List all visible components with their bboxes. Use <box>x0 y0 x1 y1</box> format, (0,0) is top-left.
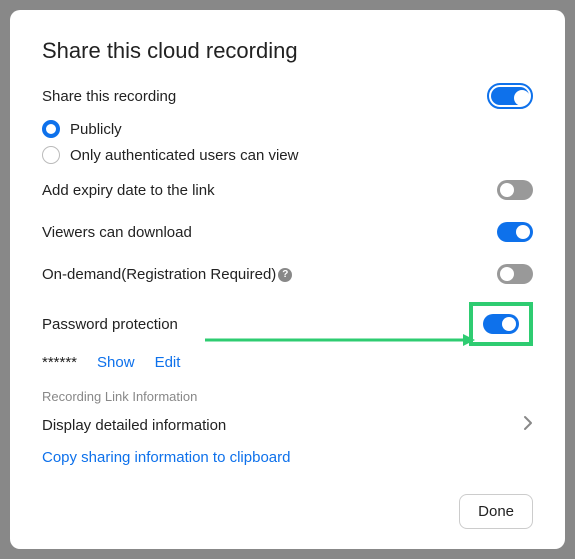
radio-publicly-label: Publicly <box>70 121 122 138</box>
share-recording-row: Share this recording <box>42 82 533 110</box>
display-info-label: Display detailed information <box>42 417 226 434</box>
copy-sharing-link[interactable]: Copy sharing information to clipboard <box>42 449 290 466</box>
password-mask: ****** <box>42 354 77 371</box>
share-recording-toggle[interactable] <box>487 83 533 109</box>
done-button[interactable]: Done <box>459 494 533 529</box>
expiry-label: Add expiry date to the link <box>42 182 215 199</box>
password-show-link[interactable]: Show <box>97 354 135 371</box>
radio-publicly[interactable]: Publicly <box>42 120 533 138</box>
password-toggle[interactable] <box>483 314 519 334</box>
expiry-toggle[interactable] <box>497 180 533 200</box>
download-row: Viewers can download <box>42 218 533 246</box>
radio-authenticated[interactable]: Only authenticated users can view <box>42 146 533 164</box>
modal-footer: Done <box>459 494 533 529</box>
password-edit-link[interactable]: Edit <box>155 354 181 371</box>
radio-authenticated-indicator <box>42 146 60 164</box>
radio-publicly-indicator <box>42 120 60 138</box>
share-recording-modal: Share this cloud recording Share this re… <box>10 10 565 549</box>
ondemand-row: On-demand(Registration Required)? <box>42 260 533 288</box>
chevron-right-icon <box>523 414 533 437</box>
ondemand-text: On-demand(Registration Required) <box>42 266 276 283</box>
ondemand-toggle[interactable] <box>497 264 533 284</box>
expiry-row: Add expiry date to the link <box>42 176 533 204</box>
ondemand-label: On-demand(Registration Required)? <box>42 266 292 283</box>
display-info-row[interactable]: Display detailed information <box>42 414 533 437</box>
password-highlight <box>469 302 533 346</box>
link-info-header: Recording Link Information <box>42 389 533 404</box>
modal-title: Share this cloud recording <box>42 38 533 64</box>
radio-authenticated-label: Only authenticated users can view <box>70 147 298 164</box>
download-toggle[interactable] <box>497 222 533 242</box>
password-row: Password protection <box>42 302 533 346</box>
share-recording-label: Share this recording <box>42 88 176 105</box>
password-value-row: ****** Show Edit <box>42 354 533 371</box>
help-icon[interactable]: ? <box>278 268 292 282</box>
password-label: Password protection <box>42 316 178 333</box>
download-label: Viewers can download <box>42 224 192 241</box>
visibility-radio-group: Publicly Only authenticated users can vi… <box>42 120 533 164</box>
